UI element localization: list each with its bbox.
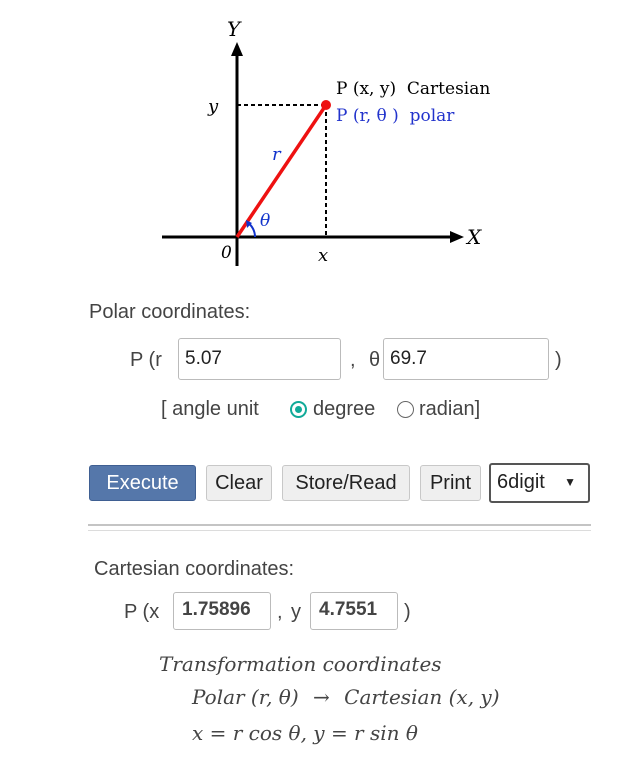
radian-radio[interactable]	[397, 401, 414, 418]
x-output: 1.75896	[173, 592, 271, 630]
cartesian-suffix: )	[404, 601, 411, 623]
cartesian-prefix-label: P (x	[124, 601, 160, 623]
theta-prefix-label: θ	[369, 349, 381, 371]
degree-radio[interactable]	[290, 401, 307, 418]
degree-label[interactable]: degree	[313, 398, 375, 421]
theta-input[interactable]: 69.7	[383, 338, 549, 380]
radius-line	[235, 104, 328, 238]
point-p	[321, 100, 331, 110]
axis-x-label: X	[465, 225, 482, 249]
point-cartesian-label: P (x, y) Cartesian	[336, 79, 490, 99]
axis-y-label: Y	[227, 17, 242, 41]
polar-heading: Polar coordinates:	[89, 301, 251, 323]
digits-select-value: 6digit	[497, 471, 545, 493]
polar-separator: ,	[350, 349, 356, 371]
store-read-button[interactable]: Store/Read	[282, 465, 410, 501]
point-polar-label: P (r, θ ) polar	[336, 106, 455, 126]
y-prefix-label: y	[291, 601, 301, 623]
polar-prefix-label: P (r	[130, 349, 162, 371]
polar-formula: Polar (r, θ)	[192, 685, 299, 709]
cartesian-separator: ,	[277, 601, 283, 623]
origin-label: 0	[221, 243, 232, 263]
arrow-icon: →	[313, 685, 330, 709]
cartesian-heading: Cartesian coordinates:	[94, 558, 295, 580]
digits-select[interactable]: 6digit ▼	[489, 463, 590, 503]
r-label: r	[272, 144, 282, 165]
y-output: 4.7551	[310, 592, 398, 630]
print-button[interactable]: Print	[420, 465, 481, 501]
r-input[interactable]: 5.07	[178, 338, 341, 380]
section-divider	[88, 524, 591, 531]
clear-button[interactable]: Clear	[206, 465, 272, 501]
transformation-title: Transformation coordinates	[159, 652, 442, 676]
chevron-down-icon: ▼	[564, 475, 576, 489]
theta-label: θ	[260, 211, 270, 231]
x-axis-arrow-icon	[450, 231, 464, 243]
angle-unit-label: [ angle unit	[161, 398, 259, 420]
cartesian-formula: Cartesian (x, y)	[344, 685, 500, 709]
x-tick-label: x	[318, 245, 328, 266]
transformation-line-2: x = r cos θ, y = r sin θ	[192, 721, 418, 745]
execute-button[interactable]: Execute	[89, 465, 196, 501]
y-axis-arrow-icon	[231, 42, 243, 56]
polar-cartesian-diagram: Y X 0 y x r θ P (x, y) Cartesian P (r, θ…	[162, 17, 490, 266]
degree-radio-dot	[295, 406, 302, 413]
transformation-line-1: Polar (r, θ) → Cartesian (x, y)	[192, 685, 500, 709]
polar-suffix: )	[555, 349, 562, 371]
y-tick-label: y	[207, 96, 219, 117]
radian-label[interactable]: radian]	[419, 398, 480, 421]
